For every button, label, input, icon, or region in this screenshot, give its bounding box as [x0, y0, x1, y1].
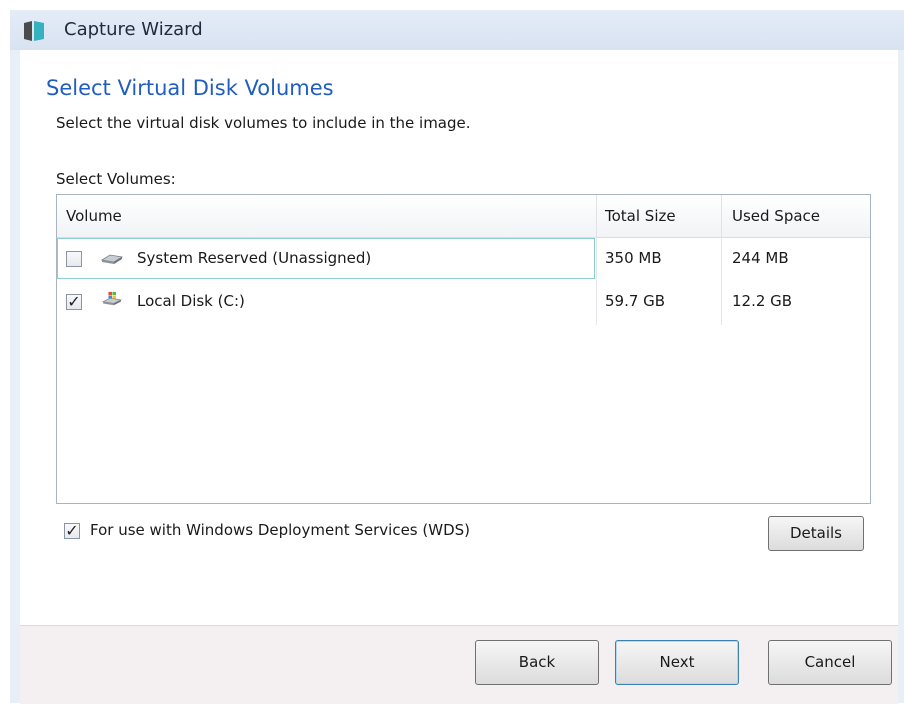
- wds-checkbox[interactable]: ✓: [64, 523, 80, 539]
- next-button[interactable]: Next: [615, 640, 739, 685]
- capture-wizard-window: Capture Wizard Select Virtual Disk Volum…: [0, 0, 904, 704]
- title-bar: Capture Wizard: [10, 10, 904, 50]
- volume-used-space: 12.2 GB: [732, 292, 793, 310]
- volume-used-space: 244 MB: [732, 249, 789, 267]
- window-title: Capture Wizard: [64, 19, 203, 40]
- drive-icon: [100, 254, 124, 264]
- cancel-button[interactable]: Cancel: [768, 640, 892, 685]
- list-header: Volume Total Size Used Space: [57, 195, 870, 238]
- volume-total-size: 350 MB: [605, 249, 662, 267]
- table-row[interactable]: System Reserved (Unassigned) 350 MB 244 …: [57, 238, 870, 280]
- column-header-total-size[interactable]: Total Size: [605, 207, 676, 225]
- capture-wizard-app-icon: [24, 21, 44, 41]
- window-frame-right: [898, 50, 904, 703]
- volume-name: System Reserved (Unassigned): [137, 249, 372, 267]
- column-header-used-space[interactable]: Used Space: [732, 207, 820, 225]
- wizard-footer: [20, 625, 898, 704]
- window-frame-left: [10, 50, 20, 703]
- page-description: Select the virtual disk volumes to inclu…: [56, 114, 471, 132]
- details-button[interactable]: Details: [768, 516, 864, 551]
- table-row[interactable]: ✓ Local Disk (C:) 59.7 GB 12.2 GB: [57, 281, 870, 323]
- page-title: Select Virtual Disk Volumes: [46, 76, 334, 100]
- volume-checkbox[interactable]: ✓: [66, 294, 82, 310]
- volume-list[interactable]: Volume Total Size Used Space System Rese…: [56, 194, 871, 504]
- back-button[interactable]: Back: [475, 640, 599, 685]
- column-divider[interactable]: [596, 195, 597, 237]
- select-volumes-label: Select Volumes:: [56, 170, 176, 188]
- wds-checkbox-label[interactable]: For use with Windows Deployment Services…: [90, 521, 470, 539]
- volume-total-size: 59.7 GB: [605, 292, 666, 310]
- volume-checkbox[interactable]: [66, 251, 82, 267]
- windows-drive-icon: [101, 291, 123, 306]
- volume-name: Local Disk (C:): [137, 292, 245, 310]
- column-divider[interactable]: [721, 195, 722, 237]
- column-header-volume[interactable]: Volume: [66, 207, 122, 225]
